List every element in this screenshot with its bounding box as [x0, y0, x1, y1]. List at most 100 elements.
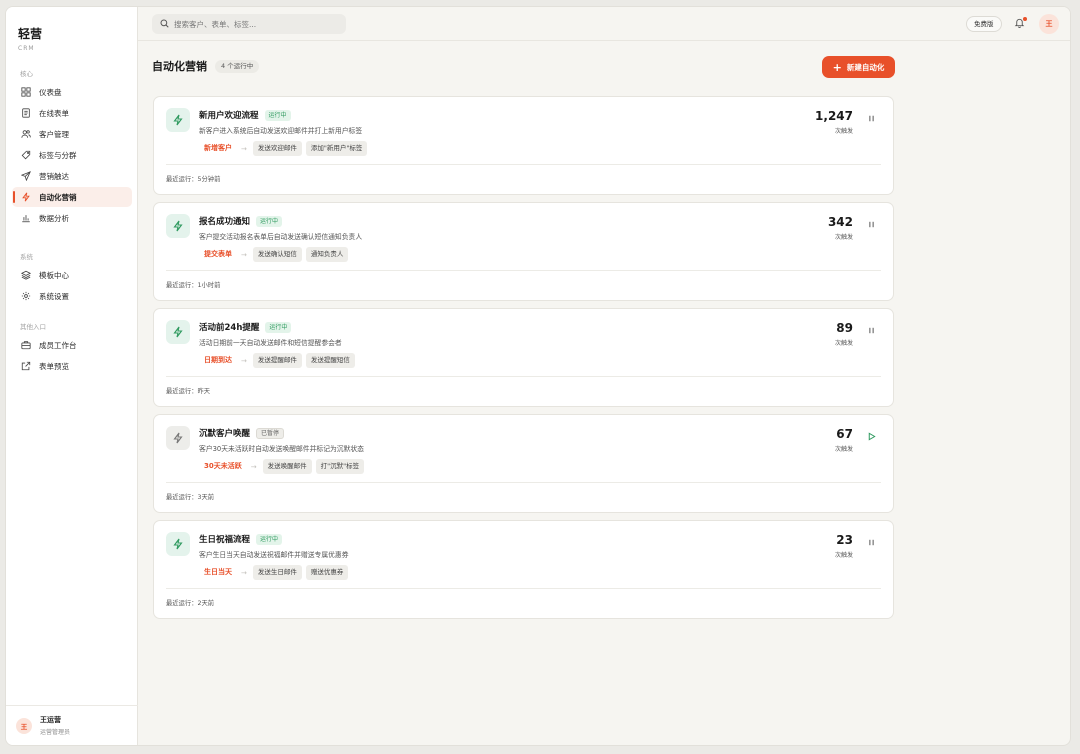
last-run-time: 5分钟前 — [197, 176, 221, 183]
automation-title: 生日祝福流程 — [199, 535, 251, 545]
sidebar-item-label: 客户管理 — [39, 129, 69, 139]
play-icon — [867, 431, 876, 443]
external-link-icon — [20, 360, 32, 372]
notification-button[interactable] — [1014, 17, 1028, 31]
trigger-count-value: 1,247 — [815, 109, 853, 123]
pause-icon — [867, 114, 876, 125]
sidebar: 轻营 CRM 核心 仪表盘 在线表单 客户管理 标签与分群 营销触达 自动化营销… — [6, 7, 138, 745]
trigger-label: 提交表单 — [204, 250, 232, 258]
brand-title: 轻营 — [18, 27, 43, 41]
last-run-time: 2天前 — [197, 600, 215, 607]
card-divider — [166, 376, 881, 377]
tag-icon — [20, 149, 32, 161]
sidebar-item-label: 表单预览 — [39, 361, 69, 371]
sidebar-item-settings[interactable]: 系统设置 — [12, 286, 132, 306]
automation-flow: 提交表单 → 发送确认短信 通知负责人 — [199, 247, 352, 262]
automation-card[interactable]: 报名成功通知 运行中 客户提交活动报名表单后自动发送确认短信通知负责人 提交表单… — [153, 202, 894, 301]
arrow-right-icon: → — [241, 144, 247, 153]
automation-card[interactable]: 沉默客户唤醒 已暂停 客户30天未活跃时自动发送唤醒邮件并标记为沉默状态 30天… — [153, 414, 894, 513]
bolt-icon — [166, 426, 190, 450]
automation-description: 客户生日当天自动发送祝福邮件并赠送专属优惠券 — [199, 551, 349, 559]
card-divider — [166, 588, 881, 589]
trigger-count-label: 次触发 — [834, 234, 853, 241]
nav-section-system: 系统 模板中心 系统设置 — [6, 250, 138, 307]
search-input[interactable] — [174, 19, 334, 29]
last-run-prefix: 最近运行： — [166, 600, 198, 607]
page-title: 自动化营销 — [152, 60, 207, 73]
search-icon — [160, 18, 169, 30]
nav-section-other: 其他入口 成员工作台 表单预览 — [6, 320, 138, 377]
sidebar-item-form-preview[interactable]: 表单预览 — [12, 356, 132, 376]
last-run-time: 1小时前 — [197, 282, 221, 289]
automation-flow: 30天未活跃 → 发送唤醒邮件 打"沉默"标签 — [199, 459, 368, 474]
user-avatar-button[interactable]: 王 — [1039, 14, 1059, 34]
trigger-count: 342 次触发 — [828, 215, 853, 241]
sidebar-item-tags[interactable]: 标签与分群 — [12, 145, 132, 165]
trigger-count-value: 67 — [836, 427, 853, 441]
pause-icon — [867, 220, 876, 231]
current-user[interactable]: 王 王运营 运营管理员 — [6, 705, 138, 745]
status-badge: 运行中 — [265, 321, 292, 333]
form-icon — [20, 107, 32, 119]
layers-icon — [20, 269, 32, 281]
user-role: 运营管理员 — [40, 729, 71, 736]
arrow-right-icon: → — [241, 356, 247, 365]
arrow-right-icon: → — [241, 568, 247, 577]
pause-button[interactable] — [866, 326, 876, 336]
automation-title: 报名成功通知 — [199, 217, 251, 227]
sidebar-item-automation[interactable]: 自动化营销 — [12, 187, 132, 207]
action-chip: 通知负责人 — [305, 247, 349, 262]
automation-description: 客户提交活动报名表单后自动发送确认短信通知负责人 — [199, 233, 363, 241]
sidebar-item-label: 自动化营销 — [39, 192, 77, 202]
trigger-count: 67 次触发 — [835, 427, 853, 453]
sidebar-item-analytics[interactable]: 数据分析 — [12, 208, 132, 228]
bolt-icon — [166, 320, 190, 344]
automation-description: 客户30天未活跃时自动发送唤醒邮件并标记为沉默状态 — [199, 445, 364, 453]
trigger-label: 30天未活跃 — [204, 462, 242, 470]
card-divider — [166, 482, 881, 483]
sidebar-item-templates[interactable]: 模板中心 — [12, 265, 132, 285]
status-badge: 运行中 — [256, 533, 283, 545]
bolt-icon — [20, 191, 32, 203]
sidebar-item-label: 模板中心 — [39, 270, 69, 280]
pause-icon — [867, 326, 876, 337]
automation-card[interactable]: 活动前24h提醒 运行中 活动日期前一天自动发送邮件和短信提醒参会者 日期到达 … — [153, 308, 894, 407]
bolt-icon — [166, 214, 190, 238]
automation-flow: 生日当天 → 发送生日邮件 赠送优惠券 — [199, 565, 352, 580]
action-chip: 打"沉默"标签 — [315, 459, 365, 474]
sidebar-item-label: 成员工作台 — [39, 340, 77, 350]
trigger-count-value: 89 — [836, 321, 853, 335]
bell-icon — [1014, 18, 1025, 30]
sidebar-item-label: 标签与分群 — [39, 150, 77, 160]
trigger-count-label: 次触发 — [834, 128, 853, 135]
last-run: 最近运行：1小时前 — [166, 280, 220, 289]
status-badge: 运行中 — [264, 109, 291, 121]
pause-button[interactable] — [866, 114, 876, 124]
sidebar-item-label: 营销触达 — [39, 171, 69, 181]
avatar: 王 — [1039, 14, 1059, 34]
nav-heading: 其他入口 — [20, 323, 46, 331]
sidebar-item-member-workspace[interactable]: 成员工作台 — [12, 335, 132, 355]
sidebar-item-outreach[interactable]: 营销触达 — [12, 166, 132, 186]
sidebar-item-forms[interactable]: 在线表单 — [12, 103, 132, 123]
nav-heading: 核心 — [20, 70, 33, 78]
chart-icon — [20, 212, 32, 224]
action-chip: 发送确认短信 — [252, 247, 302, 262]
search-box[interactable] — [152, 14, 346, 34]
automation-card[interactable]: 新用户欢迎流程 运行中 新客户进入系统后自动发送欢迎邮件并打上新用户标签 新增客… — [153, 96, 894, 195]
pause-button[interactable] — [866, 538, 876, 548]
last-run: 最近运行：5分钟前 — [166, 174, 220, 183]
trigger-count: 89 次触发 — [835, 321, 853, 347]
sidebar-item-customers[interactable]: 客户管理 — [12, 124, 132, 144]
sidebar-item-dashboard[interactable]: 仪表盘 — [12, 82, 132, 102]
automation-card[interactable]: 生日祝福流程 运行中 客户生日当天自动发送祝福邮件并赠送专属优惠券 生日当天 →… — [153, 520, 894, 619]
running-count-badge: 4 个运行中 — [215, 59, 260, 73]
pause-button[interactable] — [866, 220, 876, 230]
last-run: 最近运行：3天前 — [166, 492, 214, 501]
sidebar-item-label: 仪表盘 — [39, 87, 62, 97]
sidebar-item-label: 系统设置 — [39, 291, 69, 301]
last-run-time: 昨天 — [197, 388, 211, 395]
new-automation-button[interactable]: + 新建自动化 — [822, 56, 895, 78]
plan-badge[interactable]: 免费版 — [966, 16, 1002, 32]
play-button[interactable] — [866, 431, 876, 443]
